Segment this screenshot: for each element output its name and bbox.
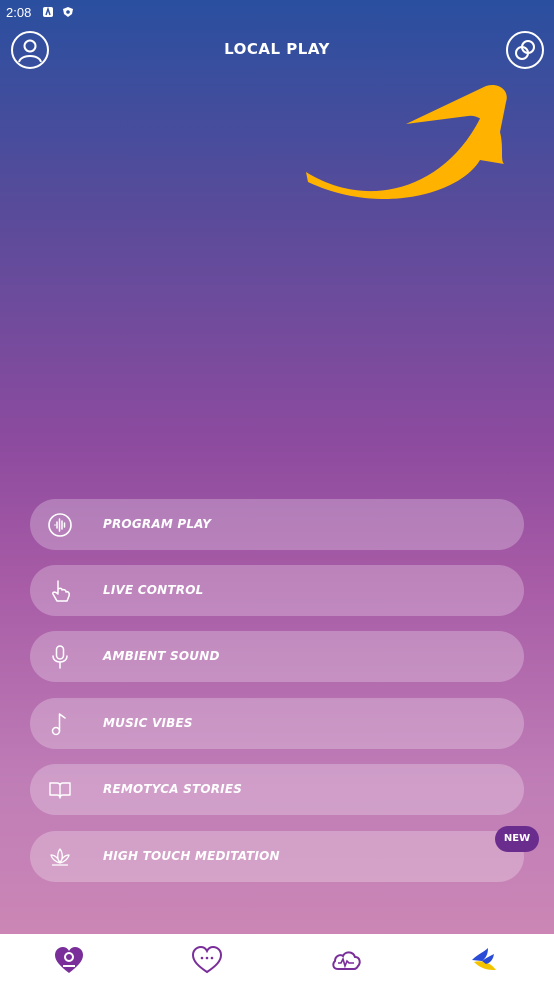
hand-pointer-icon [52, 580, 70, 602]
book-icon [49, 782, 71, 799]
shield-icon [62, 6, 74, 18]
page-title: LOCAL PLAY [224, 40, 330, 58]
music-note-icon [51, 713, 66, 736]
menu-item-label: REMOTYCA STORIES [103, 782, 243, 796]
menu-item-label: AMBIENT SOUND [103, 649, 220, 663]
menu-item-label: HIGH TOUCH MEDITATION [103, 849, 280, 863]
status-time: 2:08 [6, 5, 32, 20]
menu-item-high-touch-meditation[interactable]: HIGH TOUCH MEDITATION [30, 831, 524, 882]
connect-button[interactable] [506, 31, 544, 69]
cloud-wave-icon [332, 951, 361, 970]
menu-item-music-vibes[interactable]: MUSIC VIBES [30, 698, 524, 749]
menu-item-ambient-sound[interactable]: AMBIENT SOUND [30, 631, 524, 682]
hint-arrow-icon [306, 84, 507, 200]
header: LOCAL PLAY [0, 26, 554, 72]
link-rings-icon [515, 40, 535, 60]
menu-item-live-control[interactable]: LIVE CONTROL [30, 565, 524, 616]
menu-item-label: PROGRAM PLAY [103, 517, 212, 531]
menu-item-program-play[interactable]: PROGRAM PLAY [30, 499, 524, 550]
new-badge: NEW [495, 826, 539, 852]
heart-location-icon [55, 947, 83, 973]
nav-chat[interactable] [190, 944, 224, 976]
microphone-icon [52, 645, 68, 669]
ukraine-dove-icon [472, 948, 496, 970]
nav-ukraine[interactable] [468, 944, 502, 976]
lotus-icon [50, 848, 70, 866]
status-bar: 2:08 [0, 0, 554, 26]
notification-a-icon [42, 6, 54, 18]
nav-local-play[interactable] [52, 944, 86, 976]
heart-chat-icon [191, 945, 223, 974]
menu-item-remotyca-stories[interactable]: REMOTYCA STORIES [30, 764, 524, 815]
waveform-icon [48, 513, 72, 537]
nav-cloud[interactable] [329, 944, 363, 976]
menu-item-label: MUSIC VIBES [103, 716, 193, 730]
bottom-nav [0, 934, 554, 986]
menu-item-label: LIVE CONTROL [103, 583, 204, 597]
